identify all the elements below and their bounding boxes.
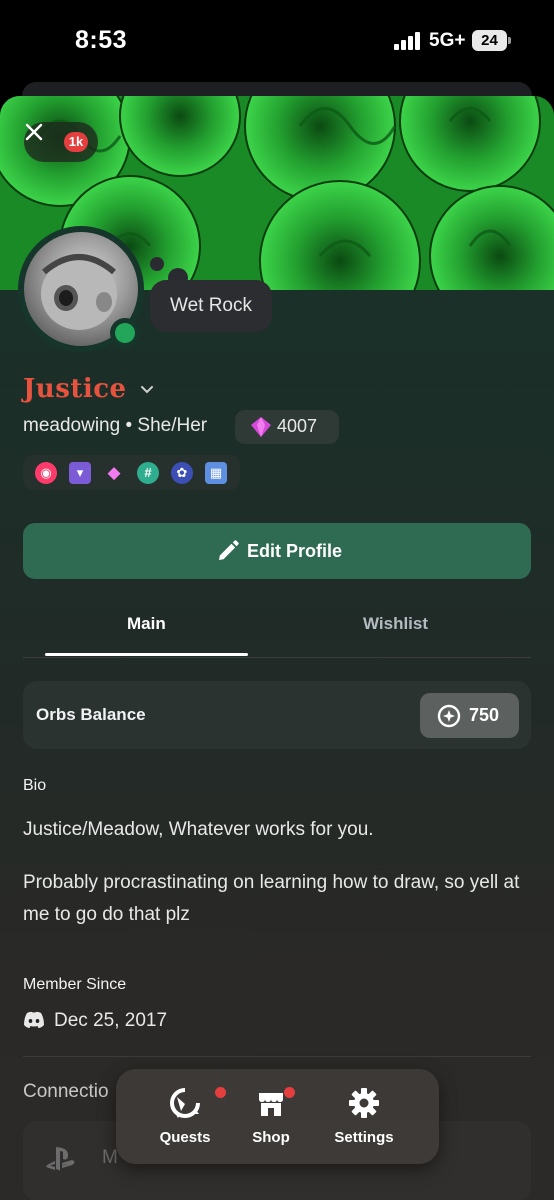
section-divider xyxy=(23,1056,531,1057)
quests-icon xyxy=(170,1088,200,1118)
network-label: 5G+ xyxy=(429,30,466,51)
bio-line-1: Justice/Meadow, Whatever works for you. xyxy=(23,819,374,840)
nitro-badge[interactable]: ◉ xyxy=(35,462,57,484)
hypesquad-badge[interactable]: ▾ xyxy=(69,462,91,484)
shop-icon xyxy=(259,1093,283,1116)
active-tab-indicator xyxy=(45,653,248,656)
separator: • xyxy=(125,415,133,436)
nav-settings[interactable]: Settings xyxy=(319,1069,409,1164)
gem-icon xyxy=(251,417,271,437)
quests-notification-dot xyxy=(215,1087,226,1098)
online-status-icon xyxy=(110,318,140,348)
username: meadowing xyxy=(23,415,121,436)
status-bar: 8:53 5G+ 24 xyxy=(0,0,554,86)
close-icon xyxy=(25,123,43,141)
pronouns: She/Her xyxy=(137,415,208,436)
pencil-icon xyxy=(219,540,239,560)
connections-heading: Connectio xyxy=(23,1081,109,1102)
gem-badge[interactable]: ◆ xyxy=(103,462,125,484)
discord-icon xyxy=(24,1011,44,1028)
status-time: 8:53 xyxy=(75,26,128,54)
chevron-down-icon[interactable] xyxy=(139,382,155,398)
nitro-tag[interactable]: 4007 xyxy=(235,410,339,444)
tab-wishlist[interactable]: Wishlist xyxy=(363,614,428,634)
member-since-heading: Member Since xyxy=(23,976,127,993)
nav-shop[interactable]: Shop xyxy=(226,1069,316,1164)
username-pronouns: meadowing • She/Her xyxy=(23,415,207,437)
orb-icon xyxy=(437,704,461,728)
orbs-balance-label: Orbs Balance xyxy=(36,705,146,724)
nav-shop-label: Shop xyxy=(252,1129,290,1146)
close-button[interactable]: 1k xyxy=(24,122,98,162)
notification-badge: 1k xyxy=(64,132,88,152)
playstation-icon xyxy=(46,1147,75,1171)
nav-quests[interactable]: Quests xyxy=(140,1069,230,1164)
nitro-tag-text: 4007 xyxy=(277,416,318,436)
gear-icon xyxy=(349,1088,379,1118)
hashtag-badge[interactable]: # xyxy=(137,462,159,484)
orbs-balance-pill[interactable]: 750 xyxy=(420,693,519,738)
bio-line-2: Probably procrastinating on learning how… xyxy=(23,872,520,925)
orbs-balance-card[interactable]: Orbs Balance 750 xyxy=(23,681,531,749)
edit-profile-button[interactable]: Edit Profile xyxy=(23,523,531,579)
profile-sheet: 1k Wet Rock Justice meadowing • She/Her xyxy=(0,96,554,1200)
bottom-nav: Quests Shop Settings xyxy=(116,1069,439,1164)
orbs-value: 750 xyxy=(469,705,500,725)
nav-settings-label: Settings xyxy=(334,1129,394,1146)
bio-heading: Bio xyxy=(23,777,47,794)
battery-icon: 24 xyxy=(472,30,511,51)
nav-quests-label: Quests xyxy=(159,1129,211,1146)
avatar[interactable] xyxy=(18,226,144,352)
wreath-badge[interactable]: ✿ xyxy=(171,462,193,484)
badge-row: ◉ ▾ ◆ # ✿ ▦ xyxy=(23,455,240,490)
signal-icon xyxy=(394,32,420,50)
bio-text: Justice/Meadow, Whatever works for you. … xyxy=(23,814,538,931)
tab-divider xyxy=(23,657,531,658)
custom-status-bubble[interactable]: Wet Rock xyxy=(150,280,272,332)
connection-name: M xyxy=(102,1147,118,1168)
gift-badge[interactable]: ▦ xyxy=(205,462,227,484)
shop-notification-dot xyxy=(284,1087,295,1098)
tab-main[interactable]: Main xyxy=(127,614,166,634)
display-name[interactable]: Justice xyxy=(23,374,127,404)
member-since-date: Dec 25, 2017 xyxy=(54,1010,168,1031)
edit-profile-label: Edit Profile xyxy=(247,541,343,561)
